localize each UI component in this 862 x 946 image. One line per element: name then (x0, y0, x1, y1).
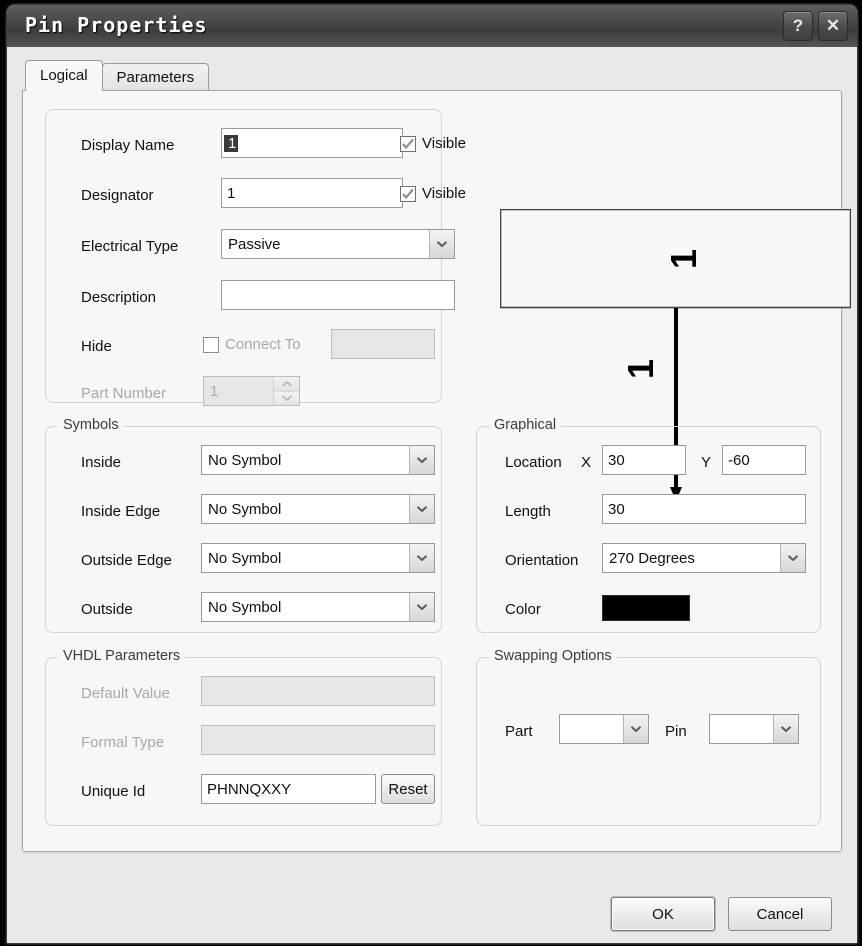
unique-id-input[interactable]: PHNNQXXY (201, 774, 376, 804)
display-name-value: 1 (224, 134, 239, 152)
electrical-type-select[interactable]: Passive (221, 229, 455, 259)
connect-to-label: Connect To (225, 336, 301, 353)
designator-visible-label: Visible (422, 185, 466, 202)
chevron-down-icon[interactable] (429, 230, 454, 258)
designator-input[interactable]: 1 (221, 178, 403, 208)
symbols-outside-edge-select[interactable]: No Symbol (201, 543, 435, 573)
ok-button[interactable]: OK (611, 897, 715, 931)
symbols-outside-edge-value: No Symbol (208, 549, 282, 567)
checkbox-box (203, 336, 219, 353)
connect-to-input (331, 329, 435, 359)
default-value-input (201, 676, 435, 706)
symbols-inside-value: No Symbol (208, 451, 282, 469)
part-number-stepper: 1 (203, 376, 300, 406)
chevron-down-icon[interactable] (780, 544, 805, 572)
location-y-label: Y (701, 454, 712, 471)
swapping-group: Swapping Options Part Pin (476, 648, 821, 826)
check-icon (402, 188, 414, 199)
symbols-outside-select[interactable]: No Symbol (201, 592, 435, 622)
chevron-down-icon[interactable] (409, 446, 434, 474)
orientation-select[interactable]: 270 Degrees (602, 543, 806, 573)
location-label: Location (505, 454, 562, 471)
orientation-value: 270 Degrees (609, 549, 695, 567)
close-icon[interactable]: ✕ (818, 11, 848, 41)
length-label: Length (505, 503, 551, 520)
svg-text:1: 1 (620, 359, 661, 379)
tab-logical[interactable]: Logical (25, 60, 103, 91)
vhdl-group-title: VHDL Parameters (58, 648, 186, 664)
symbols-inside-edge-value: No Symbol (208, 500, 282, 518)
chevron-down-icon[interactable] (623, 715, 648, 743)
symbols-outside-edge-label: Outside Edge (81, 552, 172, 569)
chevron-down-icon[interactable] (409, 544, 434, 572)
tab-panel-logical: Display Name 1 Visible Designator 1 Visi… (22, 90, 851, 852)
preview-pin-name-label: 1 (620, 359, 661, 379)
chevron-down-icon[interactable] (409, 495, 434, 523)
check-icon (402, 138, 414, 149)
location-x-input[interactable]: 30 (602, 445, 686, 475)
swap-part-label: Part (505, 723, 533, 740)
title-bar[interactable]: Pin Properties ? ✕ (7, 5, 857, 48)
preview-designator-label: 1 (663, 249, 704, 269)
graphical-group-title: Graphical (489, 417, 562, 433)
display-name-input[interactable]: 1 (221, 128, 403, 158)
swap-part-select[interactable] (559, 714, 649, 744)
help-icon[interactable]: ? (783, 11, 813, 41)
display-name-visible-label: Visible (422, 135, 466, 152)
tab-strip: Logical Parameters (25, 60, 210, 91)
symbols-outside-value: No Symbol (208, 598, 282, 616)
display-name-label: Display Name (81, 137, 175, 154)
location-x-label: X (581, 454, 592, 471)
vhdl-group: VHDL Parameters Default Value Formal Typ… (45, 648, 442, 826)
electrical-type-label: Electrical Type (81, 238, 179, 255)
description-input[interactable] (221, 280, 455, 310)
cancel-button[interactable]: Cancel (728, 897, 832, 931)
designator-visible-checkbox[interactable]: Visible (400, 185, 466, 202)
description-label: Description (81, 289, 157, 306)
designator-label: Designator (81, 187, 154, 204)
hide-label: Hide (81, 338, 112, 355)
electrical-type-value: Passive (228, 235, 281, 253)
dialog-footer: OK Cancel (7, 850, 857, 943)
formal-type-label: Formal Type (81, 734, 165, 751)
reset-button[interactable]: Reset (381, 774, 435, 804)
display-name-visible-checkbox[interactable]: Visible (400, 135, 466, 152)
stepper-down-icon (274, 391, 299, 405)
symbols-outside-label: Outside (81, 601, 133, 618)
symbols-inside-label: Inside (81, 454, 122, 471)
logical-group: Display Name 1 Visible Designator 1 Visi… (45, 109, 466, 406)
part-number-value: 1 (210, 382, 219, 400)
chevron-down-icon[interactable] (409, 593, 434, 621)
swap-pin-label: Pin (665, 723, 687, 740)
pin-properties-dialog: Pin Properties ? ✕ Logical Parameters Di… (6, 4, 858, 944)
page-title: Pin Properties (25, 13, 208, 37)
color-label: Color (505, 601, 541, 618)
unique-id-label: Unique Id (81, 783, 146, 800)
chevron-down-icon[interactable] (773, 715, 798, 743)
graphical-group: Graphical Location X 30 Y -60 Length 30 … (476, 417, 821, 633)
location-y-input[interactable]: -60 (722, 445, 806, 475)
symbols-inside-edge-select[interactable]: No Symbol (201, 494, 435, 524)
svg-text:1: 1 (663, 249, 704, 269)
part-number-label: Part Number (81, 385, 167, 402)
symbols-inside-select[interactable]: No Symbol (201, 445, 435, 475)
dialog-client-area: Logical Parameters Display Name 1 Visibl (7, 47, 857, 943)
color-swatch[interactable] (602, 595, 690, 621)
length-input[interactable]: 30 (602, 494, 806, 524)
tab-parameters[interactable]: Parameters (101, 63, 210, 91)
symbols-inside-edge-label: Inside Edge (81, 503, 161, 520)
formal-type-input (201, 725, 435, 755)
hide-checkbox[interactable]: Connect To (203, 336, 301, 353)
orientation-label: Orientation (505, 552, 579, 569)
swap-pin-select[interactable] (709, 714, 799, 744)
stepper-up-icon (274, 377, 299, 392)
default-value-label: Default Value (81, 685, 170, 702)
swapping-group-title: Swapping Options (489, 648, 617, 664)
symbols-group-title: Symbols (58, 417, 124, 433)
checkbox-box (400, 135, 416, 152)
stepper-buttons (273, 377, 299, 405)
checkbox-box (400, 185, 416, 202)
title-bar-buttons: ? ✕ (783, 11, 848, 41)
symbols-group: Symbols Inside No Symbol Inside Edge No … (45, 417, 442, 633)
